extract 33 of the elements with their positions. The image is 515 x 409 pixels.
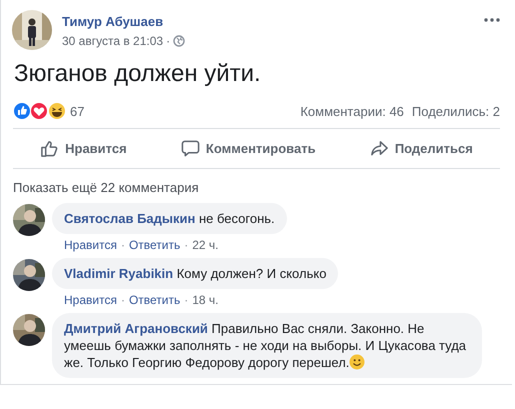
like-link[interactable]: Нравится	[64, 238, 117, 252]
show-more-comments-link[interactable]: Показать ещё 22 комментария	[13, 180, 199, 195]
like-button[interactable]: Нравится	[30, 133, 137, 164]
reaction-icons[interactable]	[13, 102, 67, 120]
like-link[interactable]: Нравится	[64, 293, 117, 307]
separator: ·	[120, 238, 125, 252]
comment-time[interactable]: 22 ч.	[192, 238, 219, 252]
comments-count[interactable]: Комментарии: 46	[300, 104, 404, 118]
commenter-name[interactable]: Vladimir Ryabikin	[64, 266, 174, 281]
comment-button[interactable]: Комментировать	[170, 133, 326, 164]
comment-text: Святослав Бадыкин не бесогонь.	[64, 210, 275, 227]
separator: ·	[120, 293, 125, 307]
post-text: Зюганов должен уйти.	[13, 59, 262, 88]
shares-count[interactable]: Поделились: 2	[412, 104, 500, 118]
author-name[interactable]: Тимур Абушаев	[62, 14, 164, 29]
separator: ·	[184, 293, 188, 307]
thumbs-up-icon	[40, 139, 60, 158]
commenter-name[interactable]: Святослав Бадыкин	[64, 211, 196, 226]
separator: ·	[166, 34, 170, 48]
separator: ·	[184, 238, 188, 252]
more-icon[interactable]	[484, 18, 500, 22]
comment-text: Дмитрий Аграновский Правильно Вас сняли. Законно. Не умеешь бумажки заполнять - не ходи на выборы. И Цукасова туда же. Только Георгию Федорову дорогу перешел.	[64, 320, 468, 371]
speech-bubble-icon	[180, 139, 200, 158]
comment-time[interactable]: 18 ч.	[192, 293, 219, 307]
smiley-icon	[349, 354, 366, 370]
reaction-count[interactable]: 67	[70, 104, 84, 118]
reply-link[interactable]: Ответить	[128, 293, 180, 307]
reply-link[interactable]: Ответить	[128, 238, 180, 252]
share-arrow-icon	[370, 139, 389, 158]
comment-text: Vladimir Ryabikin Кому должен? И сколько	[64, 265, 326, 282]
post-date[interactable]: 30 августа в 21:03	[62, 34, 164, 48]
share-button[interactable]: Поделиться	[360, 133, 483, 164]
commenter-name[interactable]: Дмитрий Аграновский	[64, 321, 208, 336]
